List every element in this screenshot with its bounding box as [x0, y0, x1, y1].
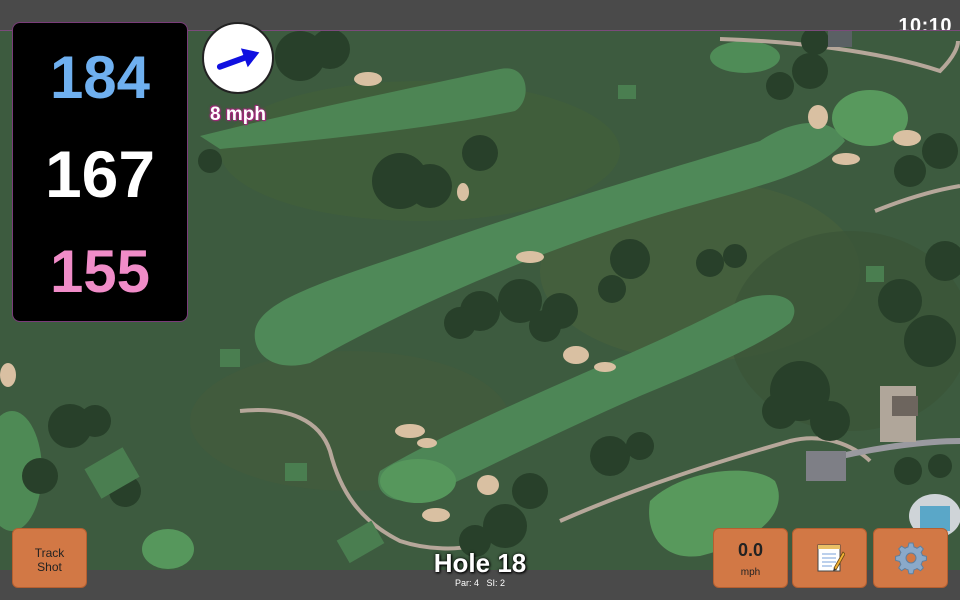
track-shot-button[interactable]: Track Shot [12, 528, 87, 588]
speed-value: 0.0 [737, 540, 764, 560]
hole-title: Hole 18 [433, 548, 527, 578]
hole-stroke-index: SI: 2 [486, 578, 506, 588]
hole-par: Par: 4 [454, 578, 479, 588]
gear-icon [894, 542, 927, 575]
track-shot-label-line1: Track [34, 546, 65, 560]
speed-unit: mph [740, 567, 761, 578]
middle-yardage: 167 [44, 137, 156, 211]
back-yardage: 184 [49, 44, 151, 111]
settings-button[interactable] [873, 528, 948, 588]
notepad-icon [817, 544, 845, 572]
front-yardage: 155 [49, 238, 151, 305]
track-shot-label-line2: Shot [37, 560, 62, 574]
wind-speed: 8 mph [210, 104, 266, 125]
notes-button[interactable] [792, 528, 867, 588]
speed-button[interactable]: 0.0 mph [713, 528, 788, 588]
wind-direction-arrow-icon [216, 48, 260, 70]
hole-info: Par: 4 SI: 2 [380, 578, 580, 588]
wind-indicator [202, 22, 274, 94]
yardage-panel: 184 167 155 [12, 22, 188, 322]
